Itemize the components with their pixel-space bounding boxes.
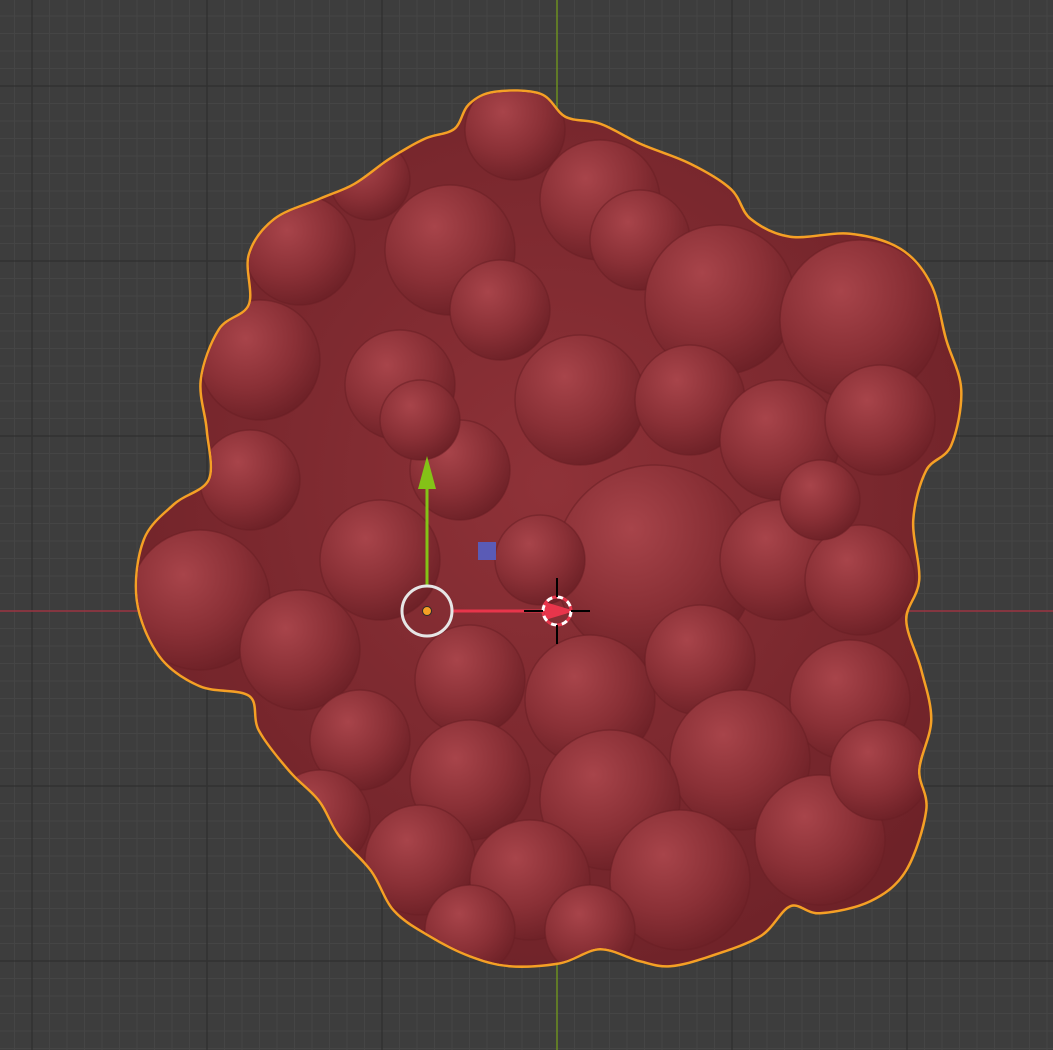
mesh-lump — [379, 379, 461, 461]
mesh-lump — [329, 139, 411, 221]
mesh-lump — [829, 719, 931, 821]
origin-pivot-icon — [422, 606, 432, 616]
gizmo-xy-plane-handle[interactable] — [478, 542, 496, 560]
mesh-lump — [319, 499, 441, 621]
mesh-lump — [199, 429, 301, 531]
mesh-lump — [269, 769, 371, 871]
mesh-object[interactable] — [130, 80, 963, 975]
mesh-lump — [804, 524, 916, 636]
mesh-lump — [449, 259, 551, 361]
mesh-lump — [824, 364, 936, 476]
mesh-lump — [239, 589, 361, 711]
mesh-lump — [494, 514, 586, 606]
mesh-lump — [414, 624, 526, 736]
mesh-lump — [779, 459, 861, 541]
mesh-lump — [514, 334, 646, 466]
mesh-lump — [199, 299, 321, 421]
mesh-lump — [464, 91, 566, 181]
3d-viewport[interactable] — [0, 0, 1053, 1050]
mesh-lump — [244, 194, 356, 306]
viewport-canvas[interactable] — [0, 0, 1053, 1050]
